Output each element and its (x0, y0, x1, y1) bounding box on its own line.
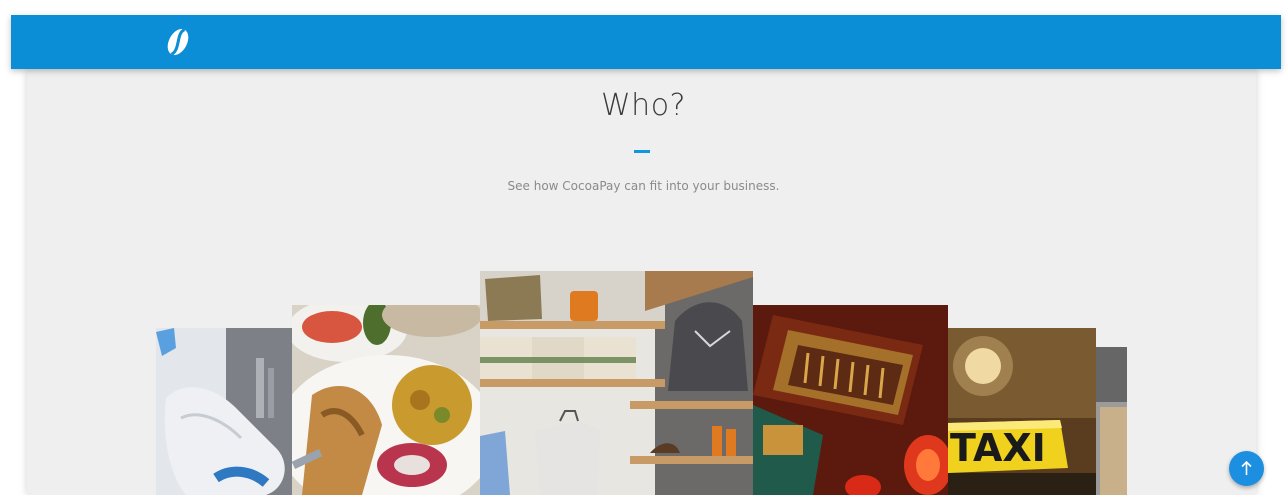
section-title: Who? (601, 88, 686, 123)
page: Who? See how CocoaPay can fit into your … (0, 0, 1287, 495)
gallery-tile-retail[interactable] (480, 271, 753, 495)
gallery-tile-misc[interactable] (1096, 347, 1127, 495)
gallery-tile-restaurant[interactable] (292, 305, 480, 495)
back-to-top-button[interactable] (1229, 451, 1264, 486)
top-navbar (11, 15, 1281, 69)
gallery-tile-asian-restaurant[interactable] (753, 305, 948, 495)
svg-text:TAXI: TAXI (950, 426, 1046, 470)
title-accent-bar (634, 150, 650, 153)
coffee-bean-logo-icon[interactable] (161, 26, 195, 58)
gallery-tile-healthcare[interactable] (156, 328, 292, 495)
section-subtitle: See how CocoaPay can fit into your busin… (507, 179, 780, 193)
gallery-tile-taxi[interactable]: TAXI (948, 328, 1096, 495)
arrow-up-icon (1241, 461, 1252, 475)
